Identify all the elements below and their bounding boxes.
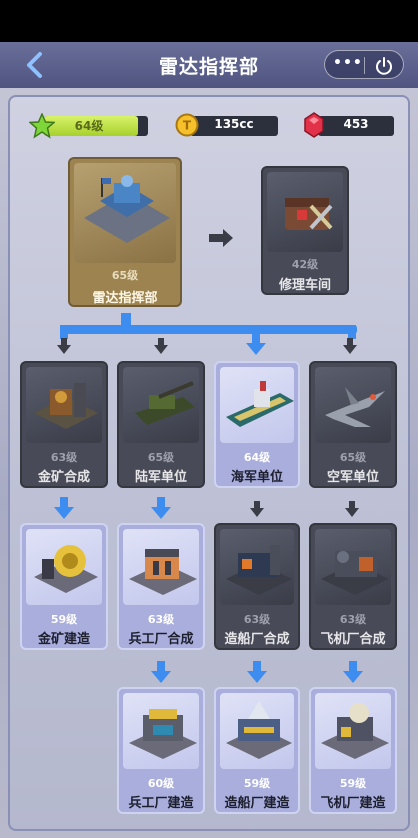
gem-counter: 453	[318, 116, 394, 136]
tech-card-aircraft-factory-build[interactable]: 59级 飞机厂建造	[309, 687, 397, 814]
repair-level: 42级	[291, 258, 319, 271]
capsule-divider	[364, 57, 365, 74]
gold-mine-build-image	[26, 529, 102, 605]
card-name: 兵工厂建造	[128, 796, 194, 811]
tech-card-gold-mine-build[interactable]: 59级 金矿建造	[20, 523, 108, 650]
hq-image	[74, 163, 176, 263]
hq-level: 65级	[111, 269, 139, 282]
card-name: 金矿建造	[37, 632, 90, 647]
arrow-down-icon	[343, 338, 357, 354]
card-level: 63级	[243, 613, 271, 626]
hq-name: 雷达指挥部	[92, 291, 158, 306]
army-units-image	[123, 367, 199, 443]
tech-card-gold-mine-merge[interactable]: 63级 金矿合成	[20, 361, 108, 488]
tech-card-air-force-units[interactable]: 65级 空军单位	[309, 361, 397, 488]
repair-image	[267, 172, 343, 252]
tech-card-arsenal-merge[interactable]: 63级 兵工厂合成	[117, 523, 205, 650]
more-button[interactable]: •••	[333, 55, 362, 71]
card-name: 金矿合成	[37, 470, 90, 485]
card-name: 空军单位	[326, 470, 379, 485]
aircraft-factory-merge-image	[315, 529, 391, 605]
card-name: 陆军单位	[134, 470, 187, 485]
card-level: 59级	[339, 777, 367, 790]
card-name: 兵工厂合成	[128, 632, 194, 647]
repair-name: 修理车间	[278, 278, 331, 293]
card-name: 飞机厂合成	[320, 632, 386, 647]
tech-card-navy-units[interactable]: 64级 海军单位	[214, 361, 300, 488]
arrow-down-icon	[343, 661, 363, 683]
tech-card-arsenal-build[interactable]: 60级 兵工厂建造	[117, 687, 205, 814]
arsenal-build-image	[123, 693, 199, 769]
navy-units-image	[220, 367, 294, 443]
card-level: 60级	[147, 777, 175, 790]
arrow-down-icon	[247, 661, 267, 683]
shipyard-merge-image	[220, 529, 294, 605]
level-label: 64级	[74, 119, 104, 133]
card-level: 63级	[50, 451, 78, 464]
star-icon	[29, 113, 55, 139]
connector-leg-1	[60, 325, 68, 339]
mini-program-capsule: •••	[324, 50, 404, 79]
card-level: 65级	[147, 451, 175, 464]
gold-mine-merge-image	[26, 367, 102, 443]
close-button[interactable]	[373, 55, 395, 77]
app-root: 雷达指挥部 ••• 64级 135cc T 453 65级 雷达指挥部 42级 …	[0, 0, 418, 838]
arrow-down-icon	[250, 501, 264, 517]
air-force-units-image	[315, 367, 391, 443]
coin-value: 135cc	[214, 117, 254, 131]
arsenal-merge-image	[123, 529, 199, 605]
tech-card-shipyard-merge[interactable]: 63级 造船厂合成	[214, 523, 300, 650]
connector-leg-4	[348, 325, 356, 339]
arrow-down-icon	[246, 333, 266, 355]
gem-value: 453	[343, 117, 369, 131]
tech-card-army-units[interactable]: 65级 陆军单位	[117, 361, 205, 488]
coin-icon: T	[175, 113, 199, 137]
arrow-right-icon	[209, 229, 233, 247]
connector-bar	[60, 325, 357, 334]
tech-card-shipyard-build[interactable]: 59级 造船厂建造	[214, 687, 300, 814]
repair-card[interactable]: 42级 修理车间	[261, 166, 349, 295]
arrow-down-icon	[154, 338, 168, 354]
ruby-icon	[303, 112, 325, 138]
card-level: 64级	[243, 451, 271, 464]
power-icon	[376, 57, 392, 75]
arrow-down-icon	[151, 661, 171, 683]
card-name: 造船厂合成	[224, 632, 290, 647]
card-level: 59级	[243, 777, 271, 790]
card-name: 造船厂建造	[224, 796, 290, 811]
hq-card[interactable]: 65级 雷达指挥部	[68, 157, 182, 307]
aircraft-factory-build-image	[315, 693, 391, 769]
arrow-down-icon	[57, 338, 71, 354]
card-level: 63级	[147, 613, 175, 626]
coin-counter: 135cc	[190, 116, 278, 136]
header-bar: 雷达指挥部 •••	[0, 42, 418, 88]
card-name: 飞机厂建造	[320, 796, 386, 811]
card-level: 59级	[50, 613, 78, 626]
status-bar	[0, 0, 418, 42]
card-name: 海军单位	[230, 470, 283, 485]
arrow-down-icon	[54, 497, 74, 519]
level-progress-bar: 64级	[44, 116, 148, 136]
shipyard-build-image	[220, 693, 294, 769]
tech-card-aircraft-factory-merge[interactable]: 63级 飞机厂合成	[309, 523, 397, 650]
card-level: 65级	[339, 451, 367, 464]
card-level: 63级	[339, 613, 367, 626]
arrow-down-icon	[151, 497, 171, 519]
arrow-down-icon	[345, 501, 359, 517]
svg-text:T: T	[183, 119, 192, 133]
